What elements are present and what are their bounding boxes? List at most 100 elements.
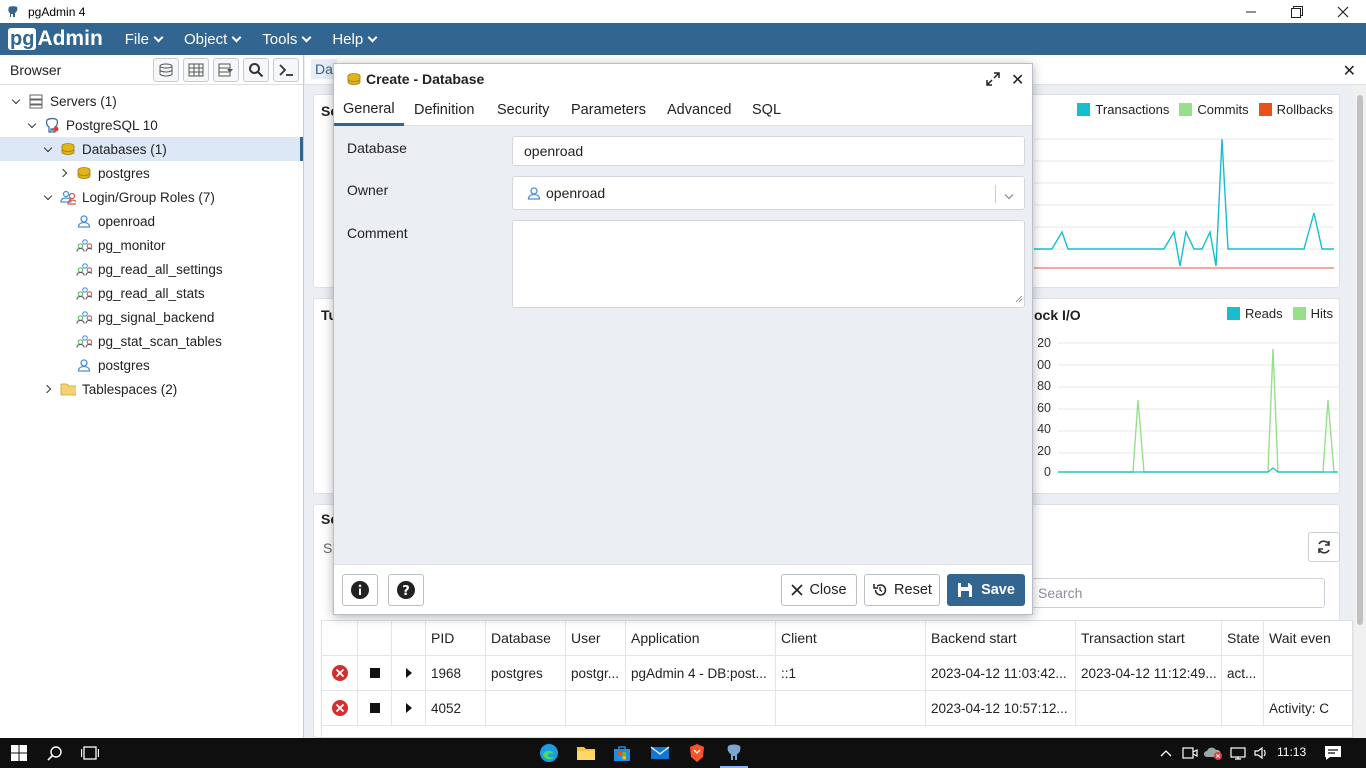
table-row[interactable]: 4052 2023-04-12 10:57:12... Activity: C	[322, 691, 1354, 726]
chevron-right-icon[interactable]	[42, 383, 54, 395]
query-tool-db-button[interactable]	[153, 57, 179, 82]
tree-node[interactable]: Tablespaces (2)	[0, 377, 303, 401]
brave-browser-icon[interactable]	[686, 742, 708, 764]
chevron-down-icon[interactable]	[26, 119, 38, 131]
tab-definition[interactable]: Definition	[414, 94, 474, 126]
edge-browser-icon[interactable]	[538, 742, 560, 764]
scrollbar-thumb[interactable]	[1357, 95, 1363, 625]
tab-advanced[interactable]: Advanced	[667, 94, 732, 126]
dialog-close-icon[interactable]: ✕	[1011, 70, 1024, 90]
activity-search-input[interactable]: Search	[1030, 578, 1325, 608]
menu-file[interactable]: File	[125, 31, 164, 48]
network-icon[interactable]	[1227, 742, 1249, 764]
expand-row-icon[interactable]	[392, 656, 426, 690]
start-icon[interactable]	[8, 742, 30, 764]
column-header[interactable]: User	[566, 621, 626, 655]
save-button[interactable]: Save	[947, 574, 1025, 606]
group-icon	[76, 261, 92, 277]
volume-icon[interactable]	[1250, 742, 1272, 764]
column-header[interactable]: Database	[486, 621, 566, 655]
owner-select[interactable]: openroad	[512, 176, 1025, 210]
cancel-query-icon[interactable]	[358, 656, 392, 690]
reads-line	[1058, 467, 1338, 473]
pgadmin-taskbar-icon[interactable]	[723, 742, 745, 764]
tree-node[interactable]: pg_monitor	[0, 233, 303, 257]
task-view-icon[interactable]	[79, 742, 101, 764]
table-cell: 2023-04-12 11:03:42...	[926, 656, 1076, 690]
column-header[interactable]: Wait even	[1264, 621, 1354, 655]
resize-handle-icon[interactable]	[1015, 290, 1023, 306]
block-io-chart	[1058, 342, 1338, 473]
tab-parameters[interactable]: Parameters	[571, 94, 646, 126]
tree-node[interactable]: postgres	[0, 161, 303, 185]
window-close-button[interactable]	[1320, 0, 1366, 23]
group-icon	[76, 237, 92, 253]
chevron-down-icon[interactable]	[42, 191, 54, 203]
expand-row-icon[interactable]	[392, 691, 426, 725]
subtab-sessions[interactable]: S	[323, 540, 332, 556]
legend-swatch	[1077, 103, 1091, 116]
terminate-session-icon[interactable]	[322, 691, 358, 725]
tree-node-label: Databases (1)	[82, 141, 167, 157]
tab-general[interactable]: General	[334, 94, 404, 126]
menu-help[interactable]: Help	[332, 31, 378, 48]
tree-node[interactable]: Databases (1)	[0, 137, 303, 161]
filtered-rows-button[interactable]	[213, 57, 239, 82]
refresh-button[interactable]	[1308, 532, 1340, 562]
help-button[interactable]: ?	[388, 574, 424, 606]
tree-node[interactable]: PostgreSQL 10	[0, 113, 303, 137]
chevron-right-icon[interactable]	[58, 167, 70, 179]
system-clock[interactable]: 11:13	[1277, 745, 1306, 759]
terminate-session-icon[interactable]	[322, 656, 358, 690]
tree-node[interactable]: Login/Group Roles (7)	[0, 185, 303, 209]
chevron-up-icon[interactable]	[1155, 742, 1177, 764]
chevron-down-icon[interactable]	[10, 95, 22, 107]
psql-tool-button[interactable]	[273, 57, 299, 82]
store-icon[interactable]	[611, 742, 633, 764]
tree-node[interactable]: pg_read_all_stats	[0, 281, 303, 305]
table-row[interactable]: 1968 postgres postgr... pgAdmin 4 - DB:post…	[322, 656, 1354, 691]
tree-node[interactable]: openroad	[0, 209, 303, 233]
group-icon	[76, 333, 92, 349]
info-button[interactable]	[342, 574, 378, 606]
tab-sql[interactable]: SQL	[752, 94, 781, 126]
column-header[interactable]: Client	[776, 621, 926, 655]
refresh-icon	[1318, 540, 1330, 554]
column-header[interactable]: Backend start	[926, 621, 1076, 655]
tree-node[interactable]: pg_signal_backend	[0, 305, 303, 329]
browser-panel: Browser Servers (1) PostgreSQL 10 Database…	[0, 55, 304, 738]
meet-now-icon[interactable]	[1179, 742, 1201, 764]
search-objects-button[interactable]	[243, 57, 269, 82]
database-name-input[interactable]: openroad	[512, 136, 1025, 166]
tab-security[interactable]: Security	[497, 94, 549, 126]
menu-tools[interactable]: Tools	[262, 31, 312, 48]
close-panel-icon[interactable]: ✕	[1343, 61, 1356, 81]
transactions-line	[1034, 138, 1334, 267]
menu-object[interactable]: Object	[184, 31, 242, 48]
column-header[interactable]: PID	[426, 621, 486, 655]
view-data-button[interactable]	[183, 57, 209, 82]
reset-button[interactable]: Reset	[864, 574, 940, 606]
tree-node[interactable]: pg_read_all_settings	[0, 257, 303, 281]
maximize-icon[interactable]	[986, 72, 1000, 89]
chevron-down-icon[interactable]	[42, 143, 54, 155]
file-explorer-icon[interactable]	[575, 742, 597, 764]
column-header[interactable]: Transaction start	[1076, 621, 1222, 655]
tree-node[interactable]: postgres	[0, 353, 303, 377]
database-icon	[76, 165, 92, 181]
column-header[interactable]: State	[1222, 621, 1264, 655]
cancel-query-icon[interactable]	[358, 691, 392, 725]
column-header[interactable]: Application	[626, 621, 776, 655]
tree-node[interactable]: pg_stat_scan_tables	[0, 329, 303, 353]
tree-node[interactable]: Servers (1)	[0, 89, 303, 113]
database-icon	[346, 72, 362, 86]
onedrive-icon[interactable]	[1202, 742, 1224, 764]
close-button[interactable]: Close	[781, 574, 857, 606]
vertical-scrollbar[interactable]	[1354, 85, 1366, 738]
restore-button[interactable]	[1274, 0, 1320, 23]
minimize-button[interactable]	[1228, 0, 1274, 23]
search-icon[interactable]	[44, 742, 66, 764]
comment-textarea[interactable]	[512, 220, 1025, 308]
mail-icon[interactable]	[649, 742, 671, 764]
notifications-icon[interactable]	[1322, 742, 1344, 764]
